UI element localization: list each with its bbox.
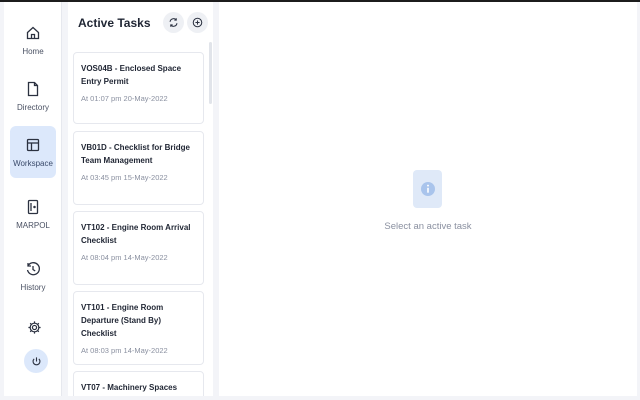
task-card[interactable]: VB01D - Checklist for Bridge Team Manage… (73, 131, 204, 205)
sidebar-item-directory[interactable]: Directory (10, 70, 56, 122)
home-icon (26, 26, 40, 39)
info-icon (420, 182, 435, 196)
sidebar-item-label: MARPOL (16, 220, 50, 230)
task-list-scrollbar[interactable] (209, 42, 212, 104)
sidebar-item-label: History (20, 282, 46, 292)
sync-icon (169, 18, 178, 27)
add-task-button[interactable] (187, 12, 208, 33)
power-icon (32, 356, 40, 365)
task-card[interactable]: VT07 - Machinery Spaces (73, 371, 204, 396)
task-card[interactable]: VT102 - Engine Room Arrival Checklist At… (73, 211, 204, 285)
task-time: At 08:04 pm 14-May-2022 (81, 253, 168, 262)
sidebar: Home Directory Workspace MARPOL History (4, 2, 62, 396)
file-icon (27, 81, 39, 96)
sidebar-item-label: Home (22, 46, 44, 56)
gear-icon (27, 320, 41, 334)
sidebar-item-history[interactable]: History (10, 250, 56, 302)
plus-circle-icon (192, 17, 203, 28)
layout-icon (26, 138, 40, 151)
task-time: At 01:07 pm 20-May-2022 (81, 94, 168, 103)
empty-state-illustration (413, 170, 442, 208)
task-card[interactable]: VOS04B - Enclosed Space Entry Permit At … (73, 52, 204, 124)
task-title: VOS04B - Enclosed Space Entry Permit (81, 64, 182, 86)
book-icon (27, 199, 39, 214)
task-title: VB01D - Checklist for Bridge Team Manage… (81, 143, 190, 165)
sidebar-item-marpol[interactable]: MARPOL (10, 188, 56, 240)
sync-button[interactable] (163, 12, 184, 33)
logout-button[interactable] (24, 349, 48, 373)
task-title: VT07 - Machinery Spaces (81, 383, 178, 392)
active-tasks-panel: Active Tasks VOS04B - Enclosed Space Ent… (68, 2, 213, 396)
task-time: At 03:45 pm 15-May-2022 (81, 173, 168, 182)
sidebar-item-label: Directory (16, 102, 49, 112)
task-title: VT101 - Engine Room Departure (Stand By)… (81, 303, 164, 338)
task-time: At 08:03 pm 14-May-2022 (81, 346, 168, 355)
history-icon (26, 261, 40, 275)
task-detail-area: Select an active task (219, 2, 637, 396)
settings-button[interactable] (23, 316, 45, 338)
task-title: VT102 - Engine Room Arrival Checklist (81, 223, 191, 245)
task-card[interactable]: VT101 - Engine Room Departure (Stand By)… (73, 291, 204, 365)
sidebar-item-home[interactable]: Home (10, 14, 56, 66)
sidebar-item-workspace[interactable]: Workspace (10, 126, 56, 178)
sidebar-item-label: Workspace (13, 158, 53, 168)
empty-state-text: Select an active task (384, 221, 472, 232)
panel-title: Active Tasks (78, 16, 151, 30)
